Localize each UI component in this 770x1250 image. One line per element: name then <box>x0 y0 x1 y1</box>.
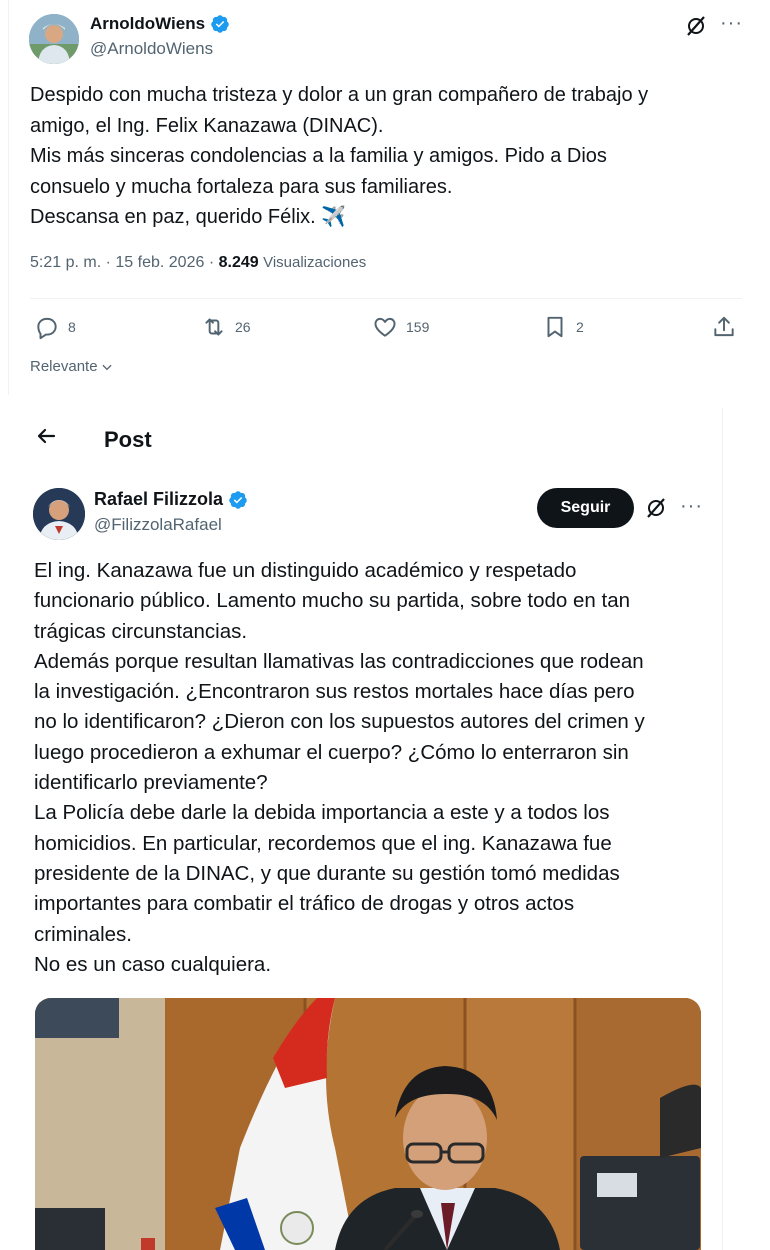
chevron-down-icon <box>102 364 112 370</box>
tweet-text: Despido con mucha tristeza y dolor a un … <box>30 80 735 233</box>
avatar-photo <box>33 488 85 540</box>
more-options-button[interactable]: ··· <box>680 495 703 518</box>
verified-badge-icon <box>229 490 247 509</box>
media-photo <box>35 998 701 1250</box>
bookmark-count: 2 <box>576 319 584 335</box>
author-name[interactable]: Rafael Filizzola <box>94 489 223 510</box>
share-button[interactable] <box>711 314 737 340</box>
avatar[interactable] <box>33 488 85 540</box>
follow-button[interactable]: Seguir <box>537 488 634 528</box>
repost-button[interactable]: 26 <box>201 314 251 340</box>
tweet-text-line: luego procedieron a exhumar el cuerpo? ¿… <box>34 740 629 764</box>
bookmark-icon <box>547 316 563 338</box>
views-count: 8.249 <box>218 254 259 271</box>
sort-label: Relevante <box>30 358 98 375</box>
tweet-arnoldo-wiens: ArnoldoWiens @ArnoldoWiens ··· Despido c… <box>0 0 770 395</box>
tweet-text-line: la investigación. ¿Encontraron sus resto… <box>34 680 635 704</box>
grok-icon[interactable] <box>684 14 708 38</box>
repost-icon <box>205 318 223 336</box>
tweet-rafael-filizzola: Post Rafael Filizzola @FilizzolaRafael S… <box>0 408 770 1250</box>
tweet-text-line: no lo identificaron? ¿Dieron con los sup… <box>34 710 645 734</box>
meta-separator: · <box>208 254 215 271</box>
tweet-text-line: funcionario público. Lamento mucho su pa… <box>34 589 631 613</box>
avatar[interactable] <box>29 14 79 64</box>
timeline-border <box>722 408 723 1250</box>
tweet-text-line: consuelo y mucha fortaleza para sus fami… <box>30 175 453 198</box>
grok-icon[interactable] <box>644 496 668 520</box>
tweet-text-line: amigo, el Ing. Felix Kanazawa (DINAC). <box>30 114 384 137</box>
tweet-text-line: trágicas circunstancias. <box>34 619 248 643</box>
author-handle[interactable]: @ArnoldoWiens <box>90 39 213 59</box>
tweet-text-line: Despido con mucha tristeza y dolor a un … <box>30 84 649 106</box>
page-title: Post <box>104 427 152 452</box>
meta-separator: · <box>105 254 111 271</box>
tweet-text-line: El ing. Kanazawa fue un distinguido acad… <box>34 559 577 582</box>
tweet-meta: 5:21 p. m. · 15 feb. 2026 · 8.249 Visual… <box>30 254 366 272</box>
tweet-time[interactable]: 5:21 p. m. <box>30 254 101 271</box>
tweet-media-image[interactable] <box>35 998 701 1250</box>
heart-icon <box>374 317 396 337</box>
tweet-text-line: criminales. <box>34 922 132 946</box>
bookmark-button[interactable]: 2 <box>542 314 584 340</box>
sort-replies-dropdown[interactable]: Relevante <box>30 358 114 375</box>
tweet-text-line: Además porque resultan llamativas las co… <box>34 649 644 673</box>
tweet-text-line: homicidios. En particular, recordemos qu… <box>34 831 612 855</box>
tweet-text-line: identificarlo previamente? <box>34 771 268 795</box>
reply-button[interactable]: 8 <box>34 314 76 340</box>
author-name-row[interactable]: ArnoldoWiens <box>90 14 230 34</box>
repost-count: 26 <box>235 319 251 335</box>
tweet-text-line: importantes para combatir el tráfico de … <box>34 892 575 916</box>
verified-badge-icon <box>211 15 229 33</box>
timeline-border <box>8 0 9 395</box>
author-handle[interactable]: @FilizzolaRafael <box>94 515 222 535</box>
tweet-text-line: presidente de la DINAC, y que durante su… <box>34 861 620 885</box>
tweet-text: El ing. Kanazawa fue un distinguido acad… <box>34 556 704 980</box>
tweet-text-line: La Policía debe darle la debida importan… <box>34 801 610 825</box>
author-name-row[interactable]: Rafael Filizzola <box>94 489 248 510</box>
more-options-button[interactable]: ··· <box>720 12 743 35</box>
tweet-text-line: Descansa en paz, querido Félix. ✈️ <box>30 206 347 228</box>
back-arrow-icon[interactable] <box>34 424 58 448</box>
divider <box>30 298 742 299</box>
share-icon <box>714 316 734 337</box>
like-count: 159 <box>406 319 430 335</box>
reply-icon <box>37 317 57 340</box>
tweet-text-line: No es un caso cualquiera. <box>34 952 272 976</box>
avatar-photo <box>29 14 79 64</box>
views-label: Visualizaciones <box>263 254 367 271</box>
tweet-date[interactable]: 15 feb. 2026 <box>115 254 204 271</box>
reply-count: 8 <box>68 319 76 335</box>
like-button[interactable]: 159 <box>372 314 429 340</box>
tweet-text-line: Mis más sinceras condolencias a la famil… <box>30 145 607 167</box>
author-name[interactable]: ArnoldoWiens <box>90 14 205 34</box>
